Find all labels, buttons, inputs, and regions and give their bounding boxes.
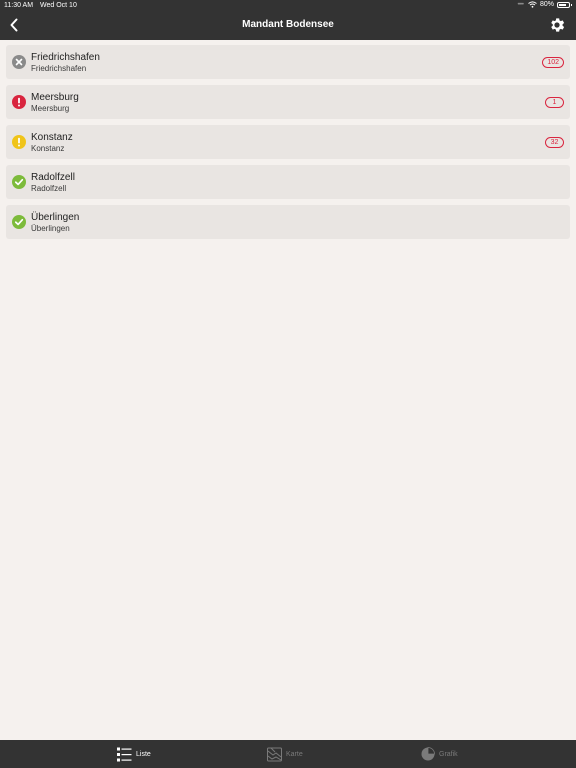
- gear-icon: [551, 18, 565, 32]
- app-screen: 11:30 AM Wed Oct 10 ••••• 80% Mandant Bo…: [0, 0, 576, 768]
- signal-icon: •••••: [517, 1, 523, 8]
- x-circle-icon: [12, 55, 26, 69]
- item-title: Friedrichshafen: [31, 52, 100, 63]
- count-badge: 32: [545, 137, 564, 148]
- list-item[interactable]: Friedrichshafen Friedrichshafen 102: [6, 45, 570, 79]
- item-title: Konstanz: [31, 132, 73, 143]
- list-item[interactable]: Überlingen Überlingen: [6, 205, 570, 239]
- tab-bar: Liste Karte Grafik: [0, 740, 576, 768]
- tab-grafik[interactable]: Grafik: [421, 740, 458, 768]
- tab-liste[interactable]: Liste: [117, 740, 151, 768]
- item-title: Überlingen: [31, 212, 80, 223]
- tab-karte[interactable]: Karte: [267, 740, 303, 768]
- navigation-bar: Mandant Bodensee: [0, 11, 576, 40]
- item-subtitle: Konstanz: [31, 144, 65, 153]
- tab-label: Liste: [136, 750, 151, 758]
- check-circle-icon: [12, 215, 26, 229]
- status-date: Wed Oct 10: [40, 2, 77, 9]
- battery-icon: [557, 1, 572, 8]
- list-item[interactable]: Konstanz Konstanz 32: [6, 125, 570, 159]
- tab-label: Grafik: [439, 750, 458, 758]
- item-subtitle: Überlingen: [31, 224, 70, 233]
- item-title: Radolfzell: [31, 172, 75, 183]
- count-badge: 1: [545, 97, 564, 108]
- item-subtitle: Meersburg: [31, 104, 70, 113]
- check-circle-icon: [12, 175, 26, 189]
- item-subtitle: Radolfzell: [31, 184, 67, 193]
- list-icon: [117, 747, 132, 761]
- tab-label: Karte: [286, 750, 303, 758]
- count-badge: 102: [542, 57, 564, 68]
- top-bar: 11:30 AM Wed Oct 10 ••••• 80% Mandant Bo…: [0, 0, 576, 40]
- wifi-icon: [528, 1, 537, 8]
- status-bar: 11:30 AM Wed Oct 10 ••••• 80%: [0, 0, 576, 11]
- battery-percent: 80%: [539, 1, 554, 8]
- pie-chart-icon: [421, 747, 435, 761]
- location-list: Friedrichshafen Friedrichshafen 102 Meer…: [6, 45, 570, 245]
- warning-icon: [12, 135, 26, 149]
- list-item[interactable]: Meersburg Meersburg 1: [6, 85, 570, 119]
- settings-button[interactable]: [548, 16, 566, 34]
- map-icon: [267, 747, 282, 761]
- page-title: Mandant Bodensee: [242, 19, 334, 30]
- status-time: 11:30 AM: [4, 2, 34, 9]
- item-subtitle: Friedrichshafen: [31, 64, 87, 73]
- item-title: Meersburg: [31, 92, 79, 103]
- error-icon: [12, 95, 26, 109]
- status-indicators: ••••• 80%: [517, 1, 572, 8]
- battery-level: [559, 3, 567, 6]
- list-item[interactable]: Radolfzell Radolfzell: [6, 165, 570, 199]
